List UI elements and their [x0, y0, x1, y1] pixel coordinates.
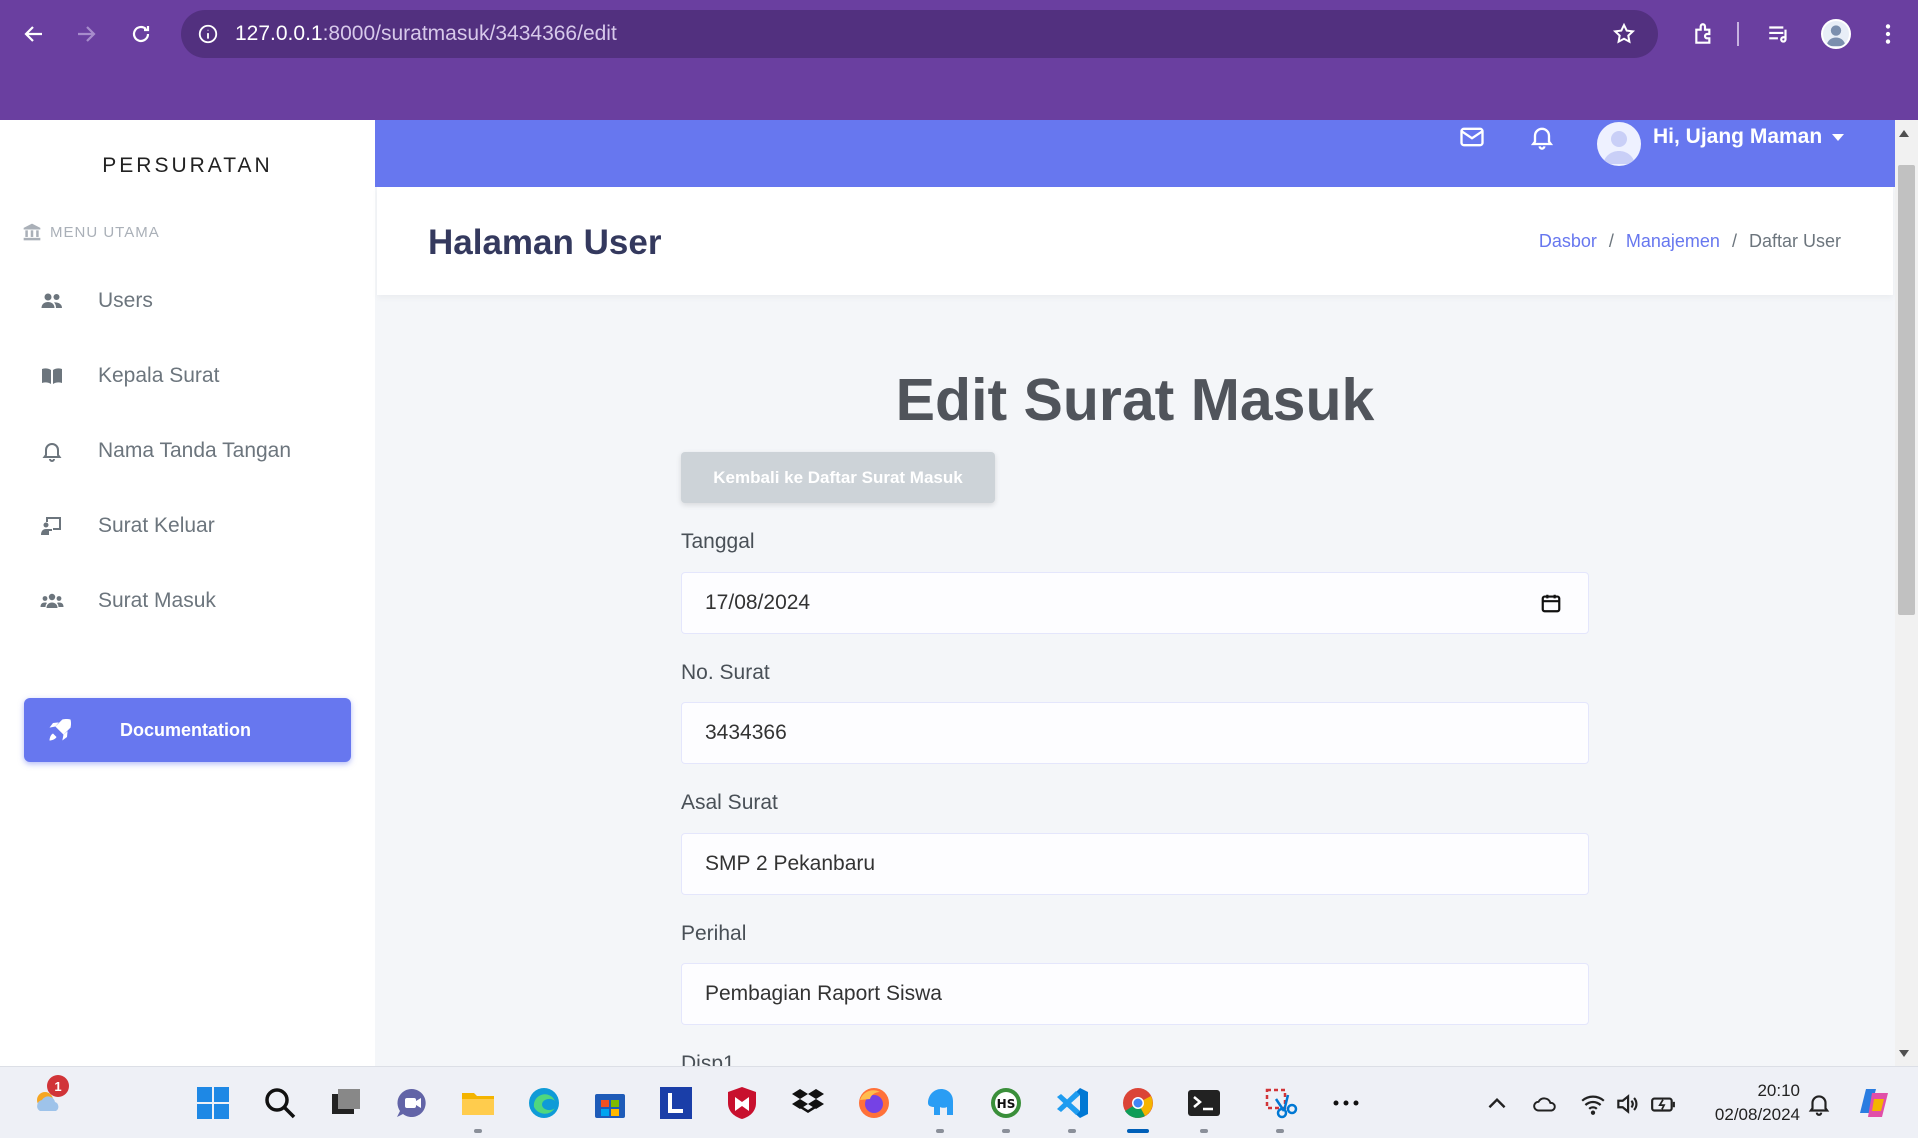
sidebar-item-label: Nama Tanda Tangan: [98, 439, 292, 462]
bell-icon: [38, 437, 66, 465]
reload-icon[interactable]: [121, 14, 161, 54]
documentation-button[interactable]: Documentation: [24, 698, 351, 762]
task-view-icon[interactable]: [324, 1081, 368, 1125]
tanggal-label: Tanggal: [681, 530, 755, 553]
system-clock[interactable]: 20:10 02/08/2024: [1690, 1079, 1800, 1127]
breadcrumb-daftar-user: Daftar User: [1748, 231, 1841, 251]
address-bar[interactable]: 127.0.0.1:8000/suratmasuk/3434366/edit: [181, 10, 1658, 58]
sidebar-item-label: Surat Masuk: [98, 589, 216, 612]
user-dropdown[interactable]: Hi, Ujang Maman: [1597, 120, 1845, 166]
breadcrumb: Dasbor / Manajemen / Daftar User: [1539, 231, 1841, 252]
taskbar-running-indicator: [1276, 1129, 1284, 1133]
bank-icon: [23, 223, 41, 241]
site-info-icon[interactable]: [197, 23, 219, 45]
edge-browser-icon[interactable]: [522, 1081, 566, 1125]
user-group-icon: [38, 587, 66, 615]
tanggal-date-input[interactable]: 17/08/2024: [681, 572, 1589, 634]
taskbar-active-indicator: [1127, 1129, 1149, 1133]
page-title: Halaman User: [428, 223, 662, 262]
section-header: Halaman User Dasbor / Manajemen / Daftar…: [377, 187, 1893, 295]
l-app-icon[interactable]: [654, 1081, 698, 1125]
taskbar-running-indicator: [1002, 1129, 1010, 1133]
vscode-icon[interactable]: [1050, 1081, 1094, 1125]
taskbar-running-indicator: [1068, 1129, 1076, 1133]
notification-center-bell-icon[interactable]: [1806, 1091, 1832, 1117]
sidebar-item-label: Kepala Surat: [98, 364, 220, 387]
no-surat-label: No. Surat: [681, 661, 770, 684]
asal-surat-label: Asal Surat: [681, 791, 778, 814]
perihal-input[interactable]: Pembagian Raport Siswa: [681, 963, 1589, 1025]
breadcrumb-manajemen[interactable]: Manajemen: [1626, 231, 1720, 252]
profile-avatar[interactable]: [1816, 14, 1856, 54]
form-heading: Edit Surat Masuk: [895, 367, 1375, 433]
scroll-down-arrow-icon[interactable]: [1899, 1050, 1909, 1057]
calendar-icon[interactable]: [1540, 592, 1562, 614]
wifi-icon[interactable]: [1580, 1091, 1606, 1117]
taskbar-running-indicator: [1200, 1129, 1208, 1133]
sidebar-item-label: Surat Keluar: [98, 514, 215, 537]
start-menu-icon[interactable]: [191, 1081, 235, 1125]
scrollbar-thumb[interactable]: [1898, 165, 1915, 615]
notification-bell-icon[interactable]: [1525, 120, 1559, 154]
file-explorer-icon[interactable]: [456, 1081, 500, 1125]
more-apps-icon[interactable]: [1324, 1081, 1368, 1125]
user-greeting: Hi, Ujang Maman: [1653, 125, 1823, 148]
terminal-icon[interactable]: [1182, 1081, 1226, 1125]
caret-down-icon: [1832, 133, 1845, 141]
sidebar-brand[interactable]: PERSURATAN: [0, 154, 375, 178]
teams-chat-icon[interactable]: [390, 1081, 434, 1125]
taskbar-running-indicator: [474, 1129, 482, 1133]
forward-arrow-icon[interactable]: [66, 14, 106, 54]
scroll-up-arrow-icon[interactable]: [1899, 130, 1909, 137]
breadcrumb-dasbor[interactable]: Dasbor: [1539, 231, 1597, 252]
envelope-icon[interactable]: [1455, 120, 1489, 154]
volume-icon[interactable]: [1614, 1091, 1640, 1117]
search-icon[interactable]: [258, 1081, 302, 1125]
snipping-tool-icon[interactable]: [1258, 1081, 1302, 1125]
sidebar-item-kepala-surat[interactable]: Kepala Surat: [0, 346, 375, 406]
no-surat-input[interactable]: 3434366: [681, 702, 1589, 764]
asal-surat-input[interactable]: SMP 2 Pekanbaru: [681, 833, 1589, 895]
users-icon: [38, 287, 66, 315]
extensions-icon[interactable]: [1685, 14, 1725, 54]
svg-text:HS: HS: [997, 1097, 1016, 1111]
back-to-list-button[interactable]: Kembali ke Daftar Surat Masuk: [681, 452, 995, 503]
toolbar-divider: [1737, 22, 1739, 46]
sidebar-item-nama-tanda-tangan[interactable]: Nama Tanda Tangan: [0, 421, 375, 481]
sidebar: PERSURATAN MENU UTAMA Users Kepala Surat…: [0, 120, 375, 1066]
microsoft-store-icon[interactable]: [588, 1081, 632, 1125]
weather-notification-badge: 1: [47, 1075, 69, 1097]
perihal-label: Perihal: [681, 922, 747, 945]
sidebar-item-surat-keluar[interactable]: Surat Keluar: [0, 496, 375, 556]
tableplus-elephant-icon[interactable]: [918, 1081, 962, 1125]
bookmark-star-icon[interactable]: [1612, 22, 1636, 46]
chalkboard-icon: [38, 512, 66, 540]
url-text: 127.0.0.1:8000/suratmasuk/3434366/edit: [235, 22, 617, 45]
browser-toolbar: 127.0.0.1:8000/suratmasuk/3434366/edit: [0, 0, 1918, 120]
breadcrumb-separator: /: [1731, 231, 1737, 251]
copilot-icon[interactable]: [1852, 1081, 1896, 1125]
book-icon: [38, 362, 66, 390]
back-arrow-icon[interactable]: [14, 14, 54, 54]
top-navbar: Hi, Ujang Maman: [375, 120, 1895, 187]
onedrive-cloud-icon[interactable]: [1532, 1091, 1558, 1117]
chrome-browser-icon[interactable]: [1116, 1081, 1160, 1125]
sidebar-item-users[interactable]: Users: [0, 271, 375, 331]
windows-taskbar: 1 HS 20:10 02/08/2024: [0, 1066, 1918, 1138]
show-hidden-icons-chevron-icon[interactable]: [1484, 1091, 1510, 1117]
browser-menu-icon[interactable]: [1868, 14, 1908, 54]
mcafee-shield-icon[interactable]: [720, 1081, 764, 1125]
rocket-icon: [49, 718, 72, 741]
taskbar-running-indicator: [936, 1129, 944, 1133]
sidebar-item-surat-masuk[interactable]: Surat Masuk: [0, 571, 375, 631]
battery-charging-icon[interactable]: [1650, 1091, 1676, 1117]
user-avatar: [1597, 122, 1641, 166]
dropbox-icon[interactable]: [786, 1081, 830, 1125]
reading-list-icon[interactable]: [1759, 14, 1799, 54]
firefox-icon[interactable]: [852, 1081, 896, 1125]
breadcrumb-separator: /: [1608, 231, 1614, 251]
heidisql-icon[interactable]: HS: [984, 1081, 1028, 1125]
menu-header: MENU UTAMA: [22, 222, 160, 242]
sidebar-item-label: Users: [98, 289, 153, 312]
